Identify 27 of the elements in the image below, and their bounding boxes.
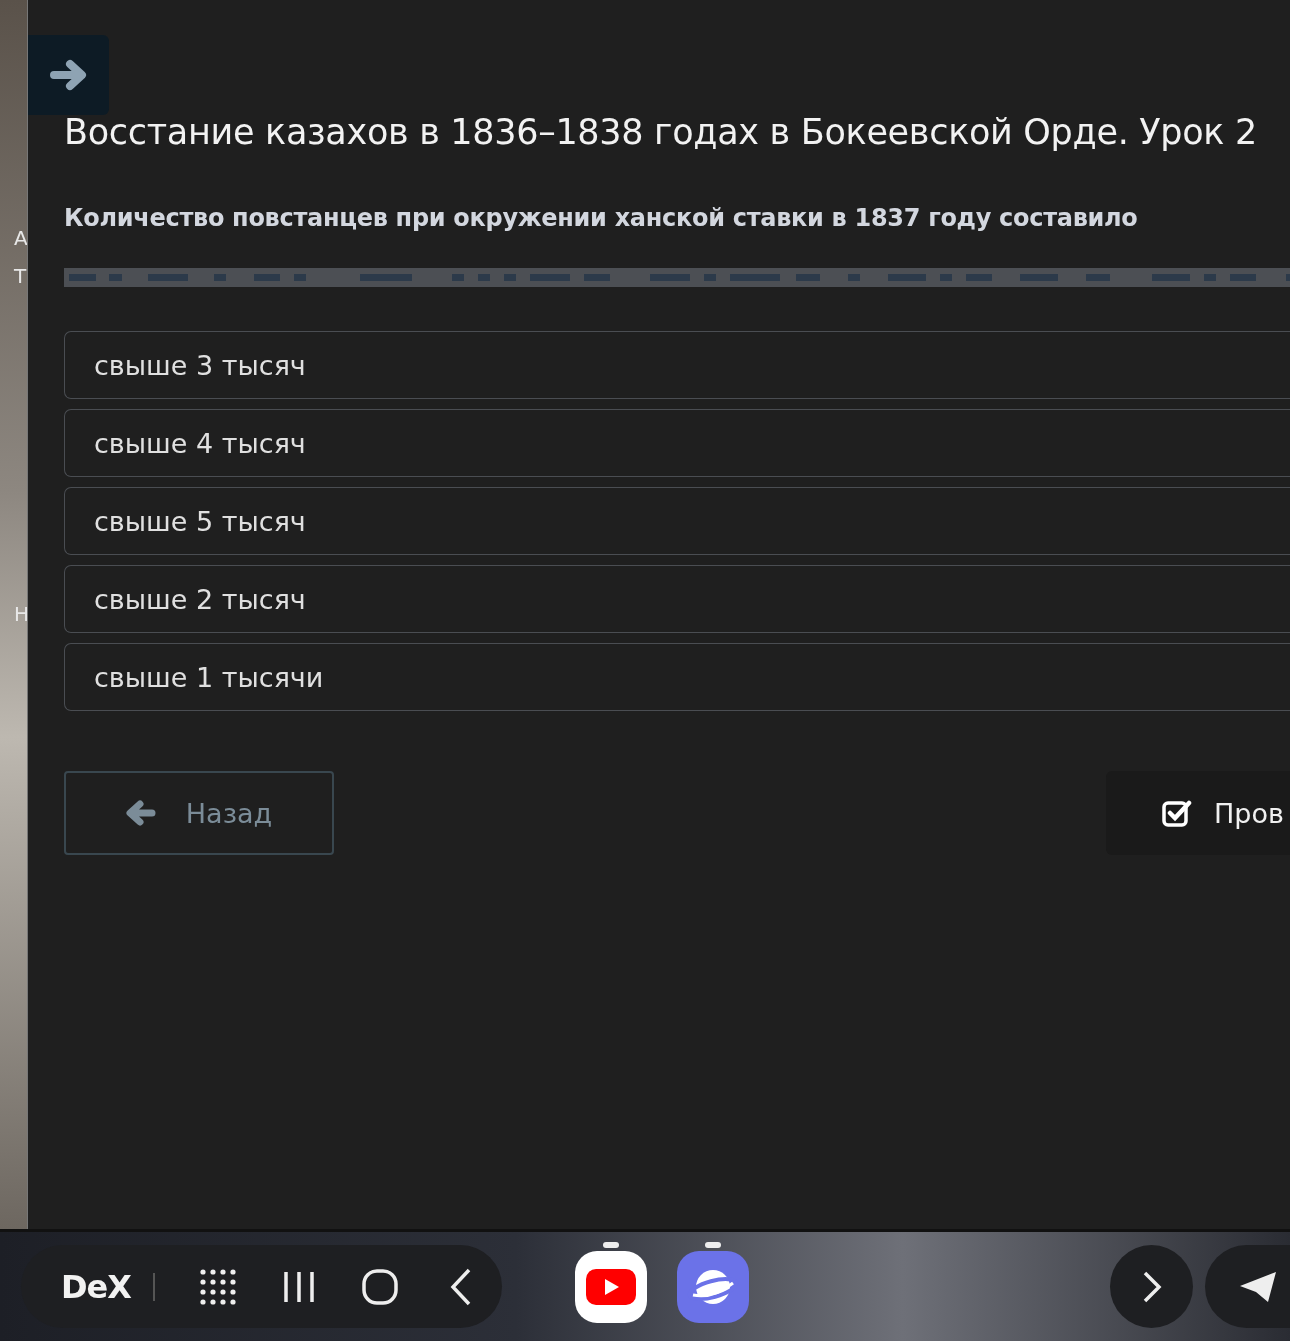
answer-option[interactable]: свыше 1 тысячи <box>64 643 1290 711</box>
checkbox-icon <box>1162 799 1192 827</box>
arrow-right-icon <box>49 59 88 91</box>
check-button[interactable]: Пров <box>1106 771 1290 855</box>
apps-grid-icon <box>199 1268 236 1305</box>
recents-icon <box>282 1269 315 1304</box>
lesson-title: Восстание казахов в 1836–1838 годах в Бокеевской Орде. Урок 2 <box>64 112 1258 152</box>
running-indicator <box>603 1241 619 1248</box>
send-app-button[interactable] <box>1205 1245 1290 1329</box>
answer-option[interactable]: свыше 3 тысяч <box>64 331 1290 399</box>
running-indicator <box>705 1241 721 1248</box>
background-text: А <box>13 226 27 252</box>
paper-plane-icon <box>1238 1269 1278 1304</box>
home-icon <box>362 1268 399 1305</box>
dex-logo[interactable]: DeX <box>61 1272 155 1301</box>
arrow-left-icon <box>125 800 156 826</box>
answer-option[interactable]: свыше 2 тысяч <box>64 565 1290 633</box>
background-text: Т <box>13 264 27 290</box>
question-text: Количество повстанцев при окружении ханской ставки в 1837 году составило <box>64 204 1139 232</box>
chevron-right-icon <box>1141 1270 1162 1303</box>
answer-option[interactable]: свыше 5 тысяч <box>64 487 1290 555</box>
next-button[interactable] <box>28 35 109 115</box>
browser-planet-icon[interactable] <box>677 1250 749 1323</box>
back-button[interactable]: Назад <box>64 771 334 855</box>
video-app-icon[interactable] <box>575 1250 647 1323</box>
background-text: Н <box>13 602 27 628</box>
answer-option[interactable]: свыше 4 тысяч <box>64 409 1290 477</box>
